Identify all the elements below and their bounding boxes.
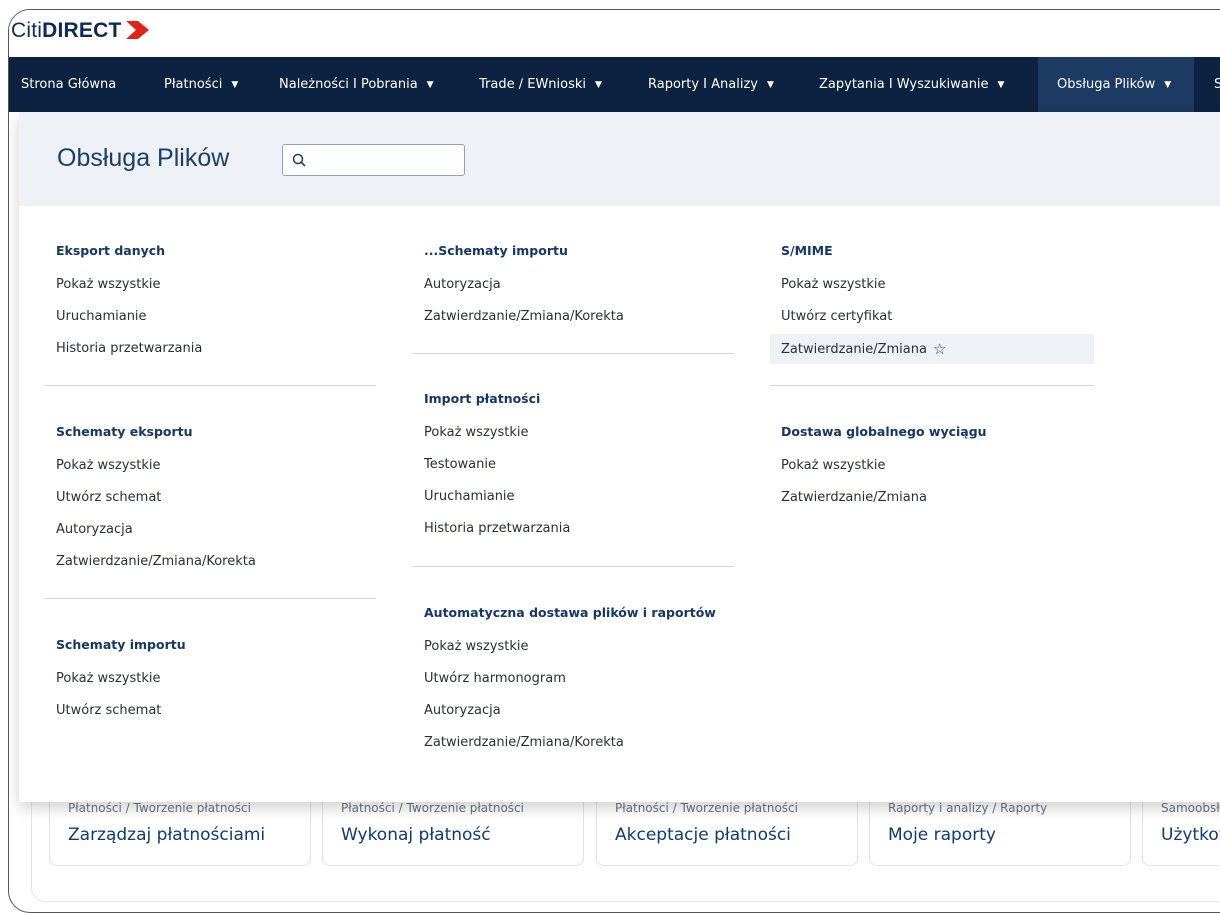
nav-label: S — [1214, 77, 1220, 92]
section-heading[interactable]: Schematy eksportu — [56, 424, 193, 439]
nav-label: Trade / EWnioski — [479, 77, 587, 92]
nav-label: Strona Główna — [21, 77, 117, 92]
header-bar: CitiDIRECT — [9, 10, 1220, 57]
menu-link[interactable]: Uruchamianie — [56, 309, 147, 324]
caret-down-icon: ▼ — [767, 80, 774, 90]
card-title: Moje raporty — [888, 825, 996, 845]
divider — [770, 385, 1094, 386]
menu-link[interactable]: Utwórz harmonogram — [424, 671, 566, 686]
mega-menu-title: Obsługa Plików — [57, 144, 230, 172]
citidirect-logo[interactable]: CitiDIRECT — [11, 19, 150, 43]
menu-link[interactable]: Pokaż wszystkie — [781, 277, 885, 292]
card-title: Użytkownicy — [1161, 825, 1220, 845]
menu-link[interactable]: Utwórz schemat — [56, 703, 161, 718]
nav-zapytania[interactable]: Zapytania I Wyszukiwanie ▼ — [819, 57, 1004, 112]
nav-label: Zapytania I Wyszukiwanie — [819, 77, 989, 92]
section-heading[interactable]: Automatyczna dostawa plików i raportów — [424, 605, 716, 620]
section-heading[interactable]: Import płatności — [424, 391, 540, 406]
caret-down-icon: ▼ — [426, 80, 434, 90]
menu-link[interactable]: Autoryzacja — [56, 522, 133, 537]
card-title: Zarządzaj płatnościami — [68, 825, 266, 845]
nav-raporty[interactable]: Raporty I Analizy ▼ — [648, 57, 774, 112]
menu-link[interactable]: Pokaż wszystkie — [424, 425, 528, 440]
nav-naleznosci[interactable]: Należności I Pobrania ▼ — [279, 57, 434, 112]
card-title: Wykonaj płatność — [341, 825, 491, 845]
divider — [412, 353, 734, 354]
nav-label: Raporty I Analizy — [648, 77, 758, 92]
card-category: Płatności / Tworzenie płatności — [68, 801, 251, 815]
card-title: Akceptacje płatności — [615, 825, 791, 845]
nav-obsluga-plikow[interactable]: Obsługa Plików ▼ — [1038, 57, 1194, 112]
divider — [44, 385, 376, 386]
divider — [44, 598, 376, 599]
nav-label: Należności I Pobrania — [279, 77, 418, 92]
section-heading[interactable]: ...Schematy importu — [424, 243, 568, 258]
menu-link[interactable]: Pokaż wszystkie — [56, 458, 160, 473]
caret-down-icon: ▼ — [1164, 80, 1172, 90]
logo-text-light: Citi — [11, 19, 43, 42]
menu-link[interactable]: Pokaż wszystkie — [781, 458, 885, 473]
menu-link-highlighted[interactable]: Zatwierdzanie/Zmiana ☆ — [770, 334, 1094, 364]
menu-link[interactable]: Zatwierdzanie/Zmiana/Korekta — [56, 554, 256, 569]
search-icon — [292, 153, 306, 167]
menu-link[interactable]: Pokaż wszystkie — [424, 639, 528, 654]
menu-link[interactable]: Historia przetwarzania — [424, 521, 570, 536]
nav-trade[interactable]: Trade / EWnioski ▼ — [479, 57, 602, 112]
search-input[interactable] — [313, 149, 462, 173]
mega-menu-header: Obsługa Plików — [19, 112, 1220, 206]
caret-down-icon: ▼ — [595, 80, 602, 90]
nav-strona-glowna[interactable]: Strona Główna — [21, 57, 141, 112]
section-heading[interactable]: Schematy importu — [56, 637, 186, 652]
menu-link[interactable]: Utwórz certyfikat — [781, 309, 892, 324]
menu-link[interactable]: Testowanie — [424, 457, 496, 472]
mega-menu-panel: Obsługa Plików Eksport danych Pokaż wszy… — [19, 112, 1220, 802]
nav-more[interactable]: S — [1214, 57, 1220, 112]
main-nav: Strona Główna Płatności ▼ Należności I Po… — [9, 57, 1220, 112]
logo-arrow-icon — [125, 21, 149, 39]
menu-link[interactable]: Pokaż wszystkie — [56, 277, 160, 292]
menu-link[interactable]: Utwórz schemat — [56, 490, 161, 505]
menu-link[interactable]: Historia przetwarzania — [56, 341, 202, 356]
nav-label: Płatności — [164, 77, 223, 92]
star-favorite-icon[interactable]: ☆ — [933, 334, 946, 364]
nav-label: Obsługa Plików — [1057, 77, 1156, 92]
menu-link[interactable]: Zatwierdzanie/Zmiana/Korekta — [424, 735, 624, 750]
section-heading[interactable]: Dostawa globalnego wyciągu — [781, 424, 987, 439]
menu-link[interactable]: Pokaż wszystkie — [56, 671, 160, 686]
browser-frame: CitiDIRECT Strona Główna Płatności ▼ Nale… — [8, 9, 1220, 913]
card-category: Płatności / Tworzenie płatności — [615, 801, 798, 815]
section-heading[interactable]: Eksport danych — [56, 243, 165, 258]
menu-link[interactable]: Zatwierdzanie/Zmiana/Korekta — [424, 309, 624, 324]
menu-link[interactable]: Zatwierdzanie/Zmiana — [781, 490, 927, 505]
card-category: Samoobsługa — [1161, 801, 1220, 815]
caret-down-icon: ▼ — [231, 80, 239, 90]
divider — [412, 566, 734, 567]
menu-link[interactable]: Uruchamianie — [424, 489, 515, 504]
nav-platnosci[interactable]: Płatności ▼ — [164, 57, 238, 112]
section-heading[interactable]: S/MIME — [781, 243, 833, 258]
menu-link[interactable]: Autoryzacja — [424, 277, 501, 292]
menu-link[interactable]: Autoryzacja — [424, 703, 501, 718]
logo-text-bold: DIRECT — [42, 19, 122, 42]
menu-link-label: Zatwierdzanie/Zmiana — [781, 342, 927, 357]
search-field[interactable] — [282, 144, 465, 176]
caret-down-icon: ▼ — [997, 80, 1005, 90]
card-category: Raporty i analizy / Raporty — [888, 801, 1048, 815]
card-category: Płatności / Tworzenie płatności — [341, 801, 524, 815]
